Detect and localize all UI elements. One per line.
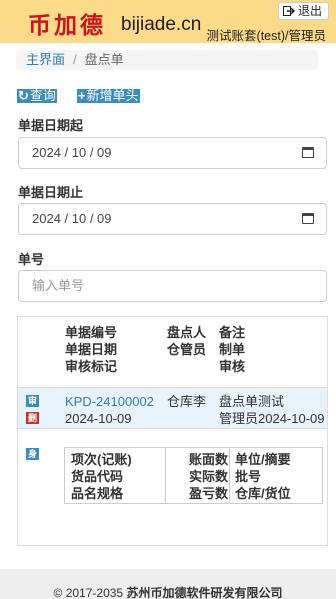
delete-icon[interactable]: 删 [26,412,39,424]
logo: 币加德 [28,12,106,39]
row-remark: 盘点单测试 [219,394,285,409]
date-from-label: 单据日期起 [18,118,84,133]
date-from-value: 2024 / 10 / 09 [32,145,112,160]
col-counter: 盘点人 [167,325,207,340]
results-table: 单据编号 单据日期 审核标记 盘点人 仓管员 备注 制单 审核 审 删 KPD-… [17,316,328,546]
date-from-input[interactable]: 2024 / 10 / 09 [18,137,327,169]
logout-label: 退出 [297,4,322,18]
detail-col-book: 账面数 [189,452,229,467]
detail-col-location: 仓库/货位 [235,486,291,501]
detail-col-diff: 盈亏数 [189,486,229,501]
row-creator: 管理员2024-10-09 [219,411,325,426]
detail-col-batch: 批号 [235,469,262,484]
detail-table-header: 项次(记账) 货品代码 品名规格 账面数 实际数 盈亏数 单位/摘要 批号 仓库… [64,447,323,504]
logo-domain: bijiade.cn [121,14,202,35]
column-divider [229,448,230,503]
add-header-label: 新增单头 [86,88,139,103]
doc-no-placeholder: 输入单号 [32,278,85,293]
doc-no-label: 单号 [18,252,45,267]
detail-col-actual: 实际数 [189,469,229,484]
col-doc-no: 单据编号 [65,325,118,340]
breadcrumb-home[interactable]: 主界面 [26,50,65,70]
copyright: © 2017-2035 [53,586,127,599]
date-to-input[interactable]: 2024 / 10 / 09 [18,203,327,235]
table-header: 单据编号 单据日期 审核标记 盘点人 仓管员 备注 制单 审核 [18,317,327,387]
row-counter: 仓库李 [167,394,207,409]
user-info[interactable]: 测试账套(test)/管理员 [207,25,326,44]
logout-icon [282,6,295,16]
col-audit-flag: 审核标记 [65,359,118,374]
query-label: 查询 [29,88,56,103]
breadcrumb: 主界面 / 盘点单 [16,50,318,70]
header: 币加德 bijiade.cn 退出 测试账套(test)/管理员 [0,0,336,43]
detail-col-line: 项次(记账) [71,452,132,467]
breadcrumb-current: 盘点单 [84,52,124,67]
col-doc-date: 单据日期 [65,342,118,357]
col-remark: 备注 [219,325,246,340]
detail-col-name: 品名规格 [71,486,124,501]
col-auditor: 审核 [219,359,246,374]
company-name: 苏州币加德软件研发有限公司 [126,586,283,599]
detail-col-unit: 单位/摘要 [235,452,291,467]
query-button[interactable]: ↻ 查询 [17,89,57,103]
col-keeper: 仓管员 [167,342,207,357]
toolbar: ↻ 查询 + 新增单头 [17,89,140,103]
breadcrumb-separator: / [73,52,77,67]
calendar-icon[interactable] [302,147,314,158]
add-header-button[interactable]: + 新增单头 [76,88,140,103]
date-to-label: 单据日期止 [18,185,84,200]
detail-col-code: 货品代码 [71,469,124,484]
col-creator: 制单 [219,342,246,357]
column-divider [165,448,166,503]
logout-button[interactable]: 退出 [277,2,329,20]
add-detail-icon[interactable]: 身 [26,448,39,460]
footer: © 2017-2035 苏州币加德软件研发有限公司 [0,569,336,599]
table-row[interactable]: 审 删 KPD-24100002 2024-10-09 仓库李 盘点单测试 管理… [18,387,327,429]
doc-no-input[interactable]: 输入单号 [18,270,327,302]
date-to-value: 2024 / 10 / 09 [32,211,112,226]
row-doc-no[interactable]: KPD-24100002 [65,393,154,411]
audit-icon[interactable]: 审 [26,395,39,407]
calendar-icon[interactable] [302,213,314,224]
row-doc-date: 2024-10-09 [65,411,132,426]
refresh-icon: ↻ [18,88,29,103]
plus-icon: + [77,88,86,103]
